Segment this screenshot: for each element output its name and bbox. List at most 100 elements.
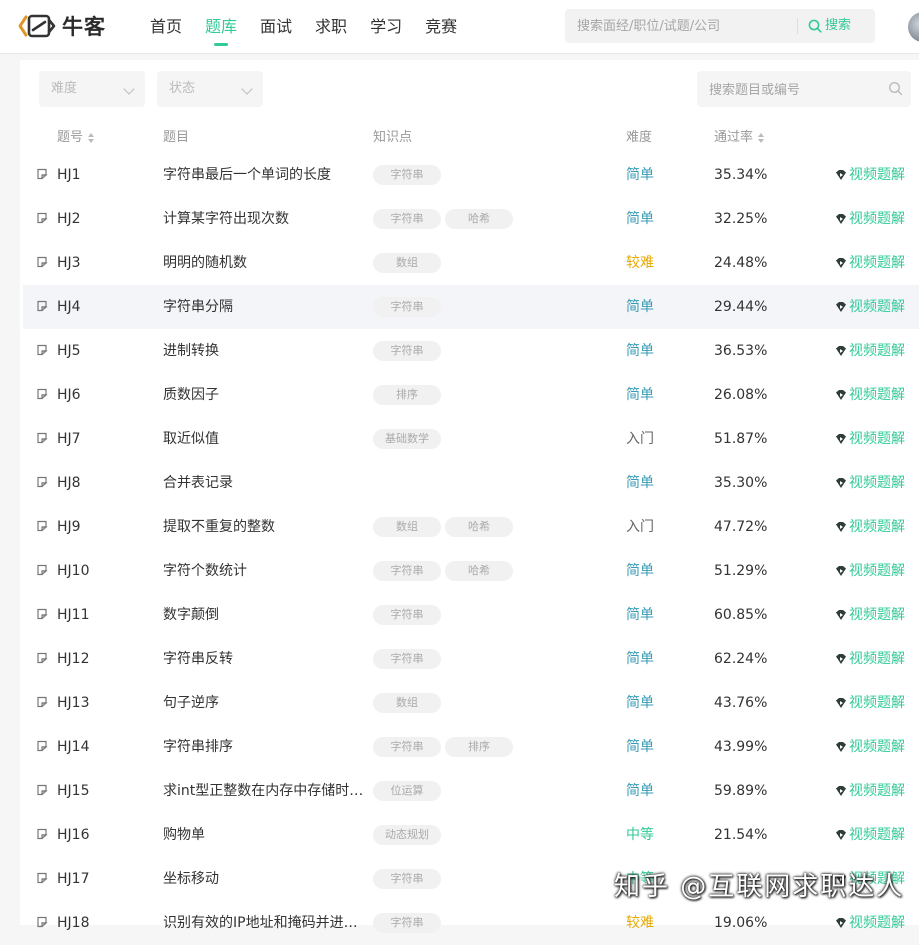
table-row[interactable]: HJ16 购物单 动态规划 中等 21.54% 视频题解 <box>23 813 919 857</box>
question-search-input[interactable] <box>697 71 881 109</box>
header-pass-rate[interactable]: 通过率 <box>714 126 765 145</box>
knowledge-tag[interactable]: 字符串 <box>373 165 441 185</box>
difficulty-label: 简单 <box>626 387 654 403</box>
table-row[interactable]: HJ14 字符串排序 字符串 排序 简单 43.99% 视频题解 <box>23 725 919 769</box>
question-title[interactable]: 质数因子 <box>163 373 365 417</box>
knowledge-tag[interactable]: 字符串 <box>373 737 441 757</box>
video-solution-link[interactable]: 视频题解 <box>835 373 905 417</box>
video-badge-icon <box>836 170 846 180</box>
table-row[interactable]: HJ2 计算某字符出现次数 字符串 哈希 简单 32.25% 视频题解 <box>23 197 919 241</box>
difficulty-filter[interactable]: 难度 <box>39 71 145 107</box>
video-solution-link[interactable]: 视频题解 <box>835 285 905 329</box>
table-row[interactable]: HJ7 取近似值 基础数学 入门 51.87% 视频题解 <box>23 417 919 461</box>
knowledge-tag[interactable]: 数组 <box>373 517 441 537</box>
table-row[interactable]: HJ5 进制转换 字符串 简单 36.53% 视频题解 <box>23 329 919 373</box>
table-row[interactable]: HJ18 识别有效的IP地址和掩码并进… 字符串 较难 19.06% 视频题解 <box>23 901 919 945</box>
video-solution-link[interactable]: 视频题解 <box>835 637 905 681</box>
video-solution-link[interactable]: 视频题解 <box>835 241 905 285</box>
question-icon <box>37 784 48 796</box>
video-solution-link[interactable]: 视频题解 <box>835 461 905 505</box>
table-row[interactable]: HJ6 质数因子 排序 简单 26.08% 视频题解 <box>23 373 919 417</box>
knowledge-tag[interactable]: 字符串 <box>373 341 441 361</box>
knowledge-tag[interactable]: 字符串 <box>373 297 441 317</box>
nav-item-3[interactable]: 求职 <box>315 0 347 53</box>
knowledge-tag[interactable]: 数组 <box>373 253 441 273</box>
knowledge-tag[interactable]: 基础数学 <box>373 429 441 449</box>
video-solution-link[interactable]: 视频题解 <box>835 813 905 857</box>
knowledge-tag[interactable]: 数组 <box>373 693 441 713</box>
table-row[interactable]: HJ9 提取不重复的整数 数组 哈希 入门 47.72% 视频题解 <box>23 505 919 549</box>
video-solution-link[interactable]: 视频题解 <box>835 593 905 637</box>
video-badge-icon <box>836 302 846 312</box>
knowledge-tag[interactable]: 动态规划 <box>373 825 441 845</box>
table-row[interactable]: HJ4 字符串分隔 字符串 简单 29.44% 视频题解 <box>23 285 919 329</box>
video-solution-link[interactable]: 视频题解 <box>835 681 905 725</box>
video-solution-link[interactable]: 视频题解 <box>835 549 905 593</box>
logo[interactable]: 牛客 <box>18 10 106 42</box>
video-solution-link[interactable]: 视频题解 <box>835 725 905 769</box>
question-title[interactable]: 数字颠倒 <box>163 593 365 637</box>
header-id[interactable]: 题号 <box>57 126 95 145</box>
knowledge-tag[interactable]: 字符串 <box>373 209 441 229</box>
video-solution-link[interactable]: 视频题解 <box>835 417 905 461</box>
question-icon <box>37 256 48 268</box>
question-title[interactable]: 提取不重复的整数 <box>163 505 365 549</box>
question-title[interactable]: 明明的随机数 <box>163 241 365 285</box>
status-filter[interactable]: 状态 <box>157 71 263 107</box>
knowledge-tag[interactable]: 哈希 <box>445 561 513 581</box>
nav-item-1[interactable]: 题库 <box>205 0 237 53</box>
nav-item-4[interactable]: 学习 <box>370 0 402 53</box>
knowledge-tag[interactable]: 位运算 <box>373 781 441 801</box>
question-title[interactable]: 计算某字符出现次数 <box>163 197 365 241</box>
question-title[interactable]: 字符串分隔 <box>163 285 365 329</box>
video-solution-link[interactable]: 视频题解 <box>835 505 905 549</box>
question-title[interactable]: 字符串最后一个单词的长度 <box>163 153 365 197</box>
nav-item-5[interactable]: 竞赛 <box>425 0 457 53</box>
knowledge-tag[interactable]: 字符串 <box>373 913 441 933</box>
question-title[interactable]: 购物单 <box>163 813 365 857</box>
user-avatar[interactable] <box>908 12 919 42</box>
search-icon[interactable] <box>888 81 903 96</box>
video-solution-link[interactable]: 视频题解 <box>835 197 905 241</box>
question-icon <box>37 828 48 840</box>
video-solution-link[interactable]: 视频题解 <box>835 153 905 197</box>
knowledge-tag[interactable]: 排序 <box>373 385 441 405</box>
video-solution-link[interactable]: 视频题解 <box>835 769 905 813</box>
question-title[interactable]: 识别有效的IP地址和掩码并进… <box>163 901 365 945</box>
question-title[interactable]: 字符个数统计 <box>163 549 365 593</box>
table-row[interactable]: HJ15 求int型正整数在内存中存储时… 位运算 简单 59.89% 视频题解 <box>23 769 919 813</box>
question-title[interactable]: 字符串排序 <box>163 725 365 769</box>
knowledge-tag[interactable]: 排序 <box>445 737 513 757</box>
difficulty-label: 简单 <box>626 563 654 579</box>
table-row[interactable]: HJ3 明明的随机数 数组 较难 24.48% 视频题解 <box>23 241 919 285</box>
knowledge-tag[interactable]: 字符串 <box>373 869 441 889</box>
table-row[interactable]: HJ10 字符个数统计 字符串 哈希 简单 51.29% 视频题解 <box>23 549 919 593</box>
search-button[interactable]: 搜索 <box>808 9 851 43</box>
knowledge-tag[interactable]: 哈希 <box>445 209 513 229</box>
knowledge-tag[interactable]: 字符串 <box>373 561 441 581</box>
nav-item-0[interactable]: 首页 <box>150 0 182 53</box>
global-search-input[interactable] <box>565 9 803 43</box>
question-title[interactable]: 合并表记录 <box>163 461 365 505</box>
table-row[interactable]: HJ8 合并表记录 简单 35.30% 视频题解 <box>23 461 919 505</box>
sort-icon <box>88 132 95 143</box>
question-title[interactable]: 取近似值 <box>163 417 365 461</box>
table-row[interactable]: HJ11 数字颠倒 字符串 简单 60.85% 视频题解 <box>23 593 919 637</box>
question-title[interactable]: 求int型正整数在内存中存储时… <box>163 769 365 813</box>
question-title[interactable]: 坐标移动 <box>163 857 365 901</box>
nav-item-2[interactable]: 面试 <box>260 0 292 53</box>
question-title[interactable]: 句子逆序 <box>163 681 365 725</box>
question-title[interactable]: 字符串反转 <box>163 637 365 681</box>
top-navbar: 牛客 首页 题库 面试 求职 学习 竞赛 搜索 <box>0 0 919 54</box>
table-row[interactable]: HJ1 字符串最后一个单词的长度 字符串 简单 35.34% 视频题解 <box>23 153 919 197</box>
knowledge-tag[interactable]: 字符串 <box>373 649 441 669</box>
video-solution-link[interactable]: 视频题解 <box>835 329 905 373</box>
knowledge-tag[interactable]: 字符串 <box>373 605 441 625</box>
table-row[interactable]: HJ12 字符串反转 字符串 简单 62.24% 视频题解 <box>23 637 919 681</box>
question-title[interactable]: 进制转换 <box>163 329 365 373</box>
video-solution-link[interactable]: 视频题解 <box>835 901 905 945</box>
knowledge-tag[interactable]: 哈希 <box>445 517 513 537</box>
pass-rate: 24.48% <box>714 255 768 271</box>
table-row[interactable]: HJ13 句子逆序 数组 简单 43.76% 视频题解 <box>23 681 919 725</box>
search-icon <box>808 19 822 33</box>
